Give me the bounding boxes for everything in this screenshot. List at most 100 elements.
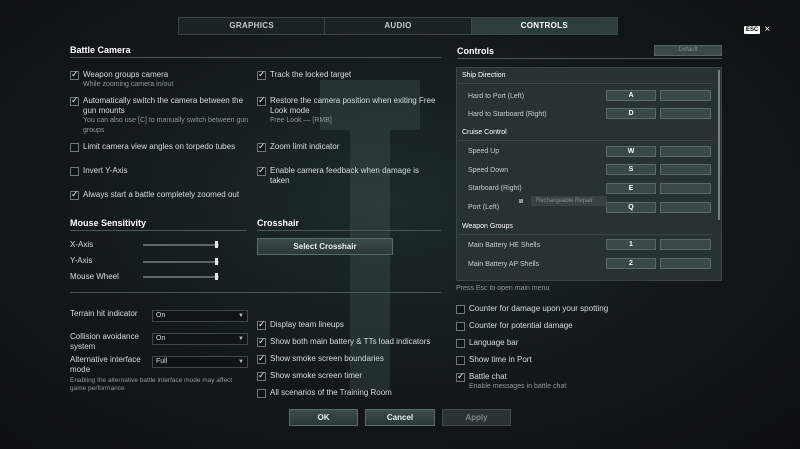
action-label: Main Battery AP Shells — [468, 261, 540, 268]
key-binding-primary[interactable]: A — [606, 90, 656, 101]
slider-x-axis[interactable] — [143, 244, 219, 246]
key-bindings-scrollbar[interactable] — [718, 70, 720, 220]
apply-button[interactable]: Apply — [442, 409, 511, 426]
checkbox-training-room[interactable]: All scenarios of the Training Room — [257, 388, 447, 398]
select-crosshair-button[interactable]: Select Crosshair — [257, 238, 393, 255]
option-label: Show time in Port — [469, 355, 532, 364]
option-label: Counter for potential damage — [469, 321, 573, 330]
slider-mouse-wheel[interactable] — [143, 276, 219, 278]
battle-camera-divider — [70, 57, 441, 58]
group-divider — [458, 234, 713, 235]
dropdown-arrow-icon: ▼ — [238, 336, 244, 342]
terrain-hit-dropdown[interactable]: On ▼ — [152, 310, 248, 322]
lower-divider — [70, 292, 441, 293]
checkbox-box[interactable] — [456, 339, 465, 348]
checkbox-weapon-groups-camera[interactable]: Weapon groups camera While zooming camer… — [70, 69, 255, 90]
checkbox-box[interactable] — [257, 370, 266, 381]
close-control[interactable]: ESC × — [744, 25, 770, 35]
checkbox-language-bar[interactable]: Language bar — [456, 338, 626, 348]
option-sub: While zooming camera in/out — [83, 81, 174, 88]
collision-avoidance-dropdown[interactable]: On ▼ — [152, 333, 248, 345]
checkbox-damage-spotting-counter[interactable]: Counter for damage upon your spotting — [456, 304, 626, 314]
checkbox-time-in-port[interactable]: Show time in Port — [456, 355, 626, 365]
key-binding-secondary[interactable] — [660, 202, 711, 213]
checkbox-box[interactable] — [257, 141, 266, 152]
alt-interface-dropdown[interactable]: Full ▼ — [152, 356, 248, 368]
checkbox-box[interactable] — [70, 189, 79, 200]
dropdown-arrow-icon: ▼ — [238, 359, 244, 365]
checkbox-invert-y-axis[interactable]: Invert Y-Axis — [70, 166, 255, 176]
checkbox-box[interactable] — [70, 95, 79, 106]
checkbox-box[interactable] — [257, 69, 266, 80]
checkbox-smoke-boundaries[interactable]: Show smoke screen boundaries — [257, 353, 447, 364]
checkbox-box[interactable] — [70, 167, 79, 176]
checkbox-box[interactable] — [257, 95, 266, 106]
option-label: Weapon groups camera — [83, 70, 169, 79]
default-button[interactable]: Default — [654, 45, 722, 56]
checkbox-box[interactable] — [456, 305, 465, 314]
dropdown-value: On — [156, 335, 166, 342]
close-icon[interactable]: × — [764, 25, 770, 35]
group-divider — [458, 83, 713, 84]
group-cruise-control: Cruise Control — [462, 129, 507, 136]
key-binding-secondary[interactable] — [660, 239, 711, 250]
key-binding-secondary[interactable] — [660, 164, 711, 175]
controls-divider — [457, 58, 722, 59]
checkbox-load-indicators[interactable]: Show both main battery & TTs load indica… — [257, 336, 447, 347]
checkbox-camera-feedback[interactable]: Enable camera feedback when damage is ta… — [257, 165, 437, 186]
key-binding-primary[interactable]: 1 — [606, 239, 656, 250]
slider-thumb[interactable] — [214, 273, 218, 280]
checkbox-smoke-timer[interactable]: Show smoke screen timer — [257, 370, 447, 381]
option-sub: You can also use [C] to manually switch … — [83, 117, 249, 134]
slider-thumb[interactable] — [214, 241, 218, 248]
crosshair-divider — [257, 230, 441, 231]
tooltip: Rechargeable Repair — [531, 196, 607, 206]
checkbox-box[interactable] — [257, 319, 266, 330]
key-binding-primary[interactable]: W — [606, 146, 656, 157]
tab-audio[interactable]: AUDIO — [325, 18, 472, 34]
checkbox-restore-camera-position[interactable]: Restore the camera position when exiting… — [257, 95, 437, 126]
cancel-button[interactable]: Cancel — [365, 409, 435, 426]
dropdown-value: On — [156, 312, 166, 319]
option-label: Invert Y-Axis — [83, 166, 128, 175]
key-binding-secondary[interactable] — [660, 108, 711, 119]
key-binding-primary[interactable]: D — [606, 108, 656, 119]
key-binding-secondary[interactable] — [660, 90, 711, 101]
ok-button[interactable]: OK — [289, 409, 358, 426]
alt-interface-label: Alternative interface mode — [70, 355, 141, 374]
action-label: Hard to Port (Left) — [468, 93, 525, 100]
option-label: Always start a battle completely zoomed … — [83, 190, 240, 199]
slider-thumb[interactable] — [214, 258, 218, 265]
checkbox-auto-switch-camera[interactable]: Automatically switch the camera between … — [70, 95, 255, 136]
checkbox-box[interactable] — [257, 353, 266, 364]
checkbox-box[interactable] — [456, 356, 465, 365]
tab-graphics[interactable]: GRAPHICS — [179, 18, 326, 34]
checkbox-limit-torpedo-angles[interactable]: Limit camera view angles on torpedo tube… — [70, 142, 255, 152]
checkbox-zoom-limit-indicator[interactable]: Zoom limit indicator — [257, 141, 437, 152]
esc-key-badge: ESC — [744, 26, 761, 34]
key-binding-primary[interactable]: E — [606, 183, 656, 194]
checkbox-box[interactable] — [70, 69, 79, 80]
press-esc-hint: Press Esc to open main menu — [456, 285, 550, 292]
checkbox-box[interactable] — [257, 389, 266, 398]
checkbox-battle-chat[interactable]: Battle chat Enable messages in battle ch… — [456, 371, 626, 392]
checkbox-start-zoomed-out[interactable]: Always start a battle completely zoomed … — [70, 189, 255, 200]
key-binding-primary[interactable]: S — [606, 164, 656, 175]
tab-controls[interactable]: CONTROLS — [471, 18, 617, 34]
checkbox-box[interactable] — [257, 165, 266, 176]
slider-y-axis[interactable] — [143, 261, 219, 263]
checkbox-box[interactable] — [456, 371, 465, 382]
checkbox-box[interactable] — [70, 143, 79, 152]
key-binding-secondary[interactable] — [660, 258, 711, 269]
option-label: Battle chat — [469, 372, 507, 381]
checkbox-box[interactable] — [456, 322, 465, 331]
checkbox-box[interactable] — [257, 336, 266, 347]
key-binding-secondary[interactable] — [660, 183, 711, 194]
checkbox-track-locked-target[interactable]: Track the locked target — [257, 69, 437, 80]
key-binding-primary[interactable]: 2 — [606, 258, 656, 269]
slider-label-mouse-wheel: Mouse Wheel — [70, 272, 119, 281]
checkbox-potential-damage-counter[interactable]: Counter for potential damage — [456, 321, 626, 331]
checkbox-display-team-lineups[interactable]: Display team lineups — [257, 319, 447, 330]
key-binding-primary[interactable]: Q — [606, 202, 656, 213]
key-binding-secondary[interactable] — [660, 146, 711, 157]
